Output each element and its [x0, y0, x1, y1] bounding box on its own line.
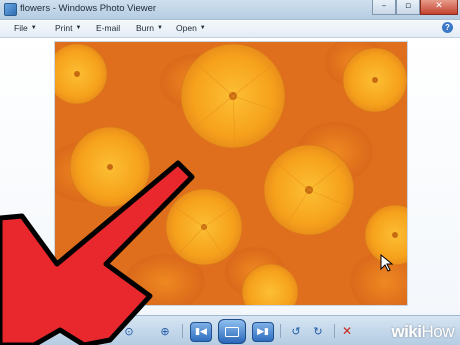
photo-viewer-window: flowers - Windows Photo Viewer – ▫ ✕ Fil… — [0, 0, 460, 345]
help-icon[interactable]: ? — [442, 22, 453, 33]
chevron-down-icon: ▼ — [75, 25, 82, 31]
window-controls: – ▫ ✕ — [372, 0, 458, 16]
menu-print-label: Print — [55, 23, 73, 33]
menu-bar: File ▼ Print ▼ E-mail Burn ▼ Open ▼ ? — [0, 20, 460, 38]
toolbar-divider — [280, 324, 281, 338]
flowers-photo-art — [55, 42, 407, 305]
menu-burn-label: Burn — [136, 23, 154, 33]
maximize-button[interactable]: ▫ — [396, 0, 420, 15]
menu-open-label: Open — [176, 23, 197, 33]
menu-open[interactable]: Open ▼ — [176, 23, 206, 33]
menu-email-label: E-mail — [96, 23, 121, 33]
next-icon[interactable]: ▶▮ — [252, 322, 274, 342]
chevron-down-icon: ▼ — [199, 25, 206, 31]
rotate-counterclockwise-icon[interactable]: ↺ — [287, 323, 305, 339]
zoom-icon[interactable]: ⊙ — [120, 323, 138, 339]
menu-file[interactable]: File ▼ — [14, 23, 37, 33]
chevron-down-icon: ▼ — [156, 25, 163, 31]
menu-email[interactable]: E-mail — [96, 23, 120, 33]
wikihow-watermark: wikiHow — [391, 322, 454, 342]
mouse-cursor-icon — [380, 254, 394, 272]
minimize-button[interactable]: – — [372, 0, 396, 15]
title-bar: flowers - Windows Photo Viewer – ▫ ✕ — [0, 0, 460, 20]
close-button[interactable]: ✕ — [420, 0, 458, 15]
window-title: flowers - Windows Photo Viewer — [20, 3, 157, 14]
slideshow-screen-icon — [225, 326, 239, 337]
photo-viewer-app-icon — [4, 3, 17, 16]
menu-burn[interactable]: Burn ▼ — [136, 23, 163, 33]
menu-print[interactable]: Print ▼ — [55, 23, 81, 33]
chevron-down-icon: ▼ — [30, 25, 37, 31]
toolbar-divider — [334, 324, 335, 338]
watermark-how: How — [421, 322, 454, 341]
flowers-photo — [55, 42, 407, 305]
rotate-clockwise-icon[interactable]: ↻ — [309, 323, 327, 339]
watermark-wiki: wiki — [391, 322, 422, 341]
slideshow-icon[interactable] — [218, 319, 246, 344]
toolbar-divider — [182, 324, 183, 338]
previous-icon[interactable]: ▮◀ — [190, 322, 212, 342]
menu-file-label: File — [14, 23, 28, 33]
delete-icon[interactable]: ✕ — [338, 323, 356, 339]
actual-size-icon[interactable]: ⊕ — [156, 323, 174, 339]
